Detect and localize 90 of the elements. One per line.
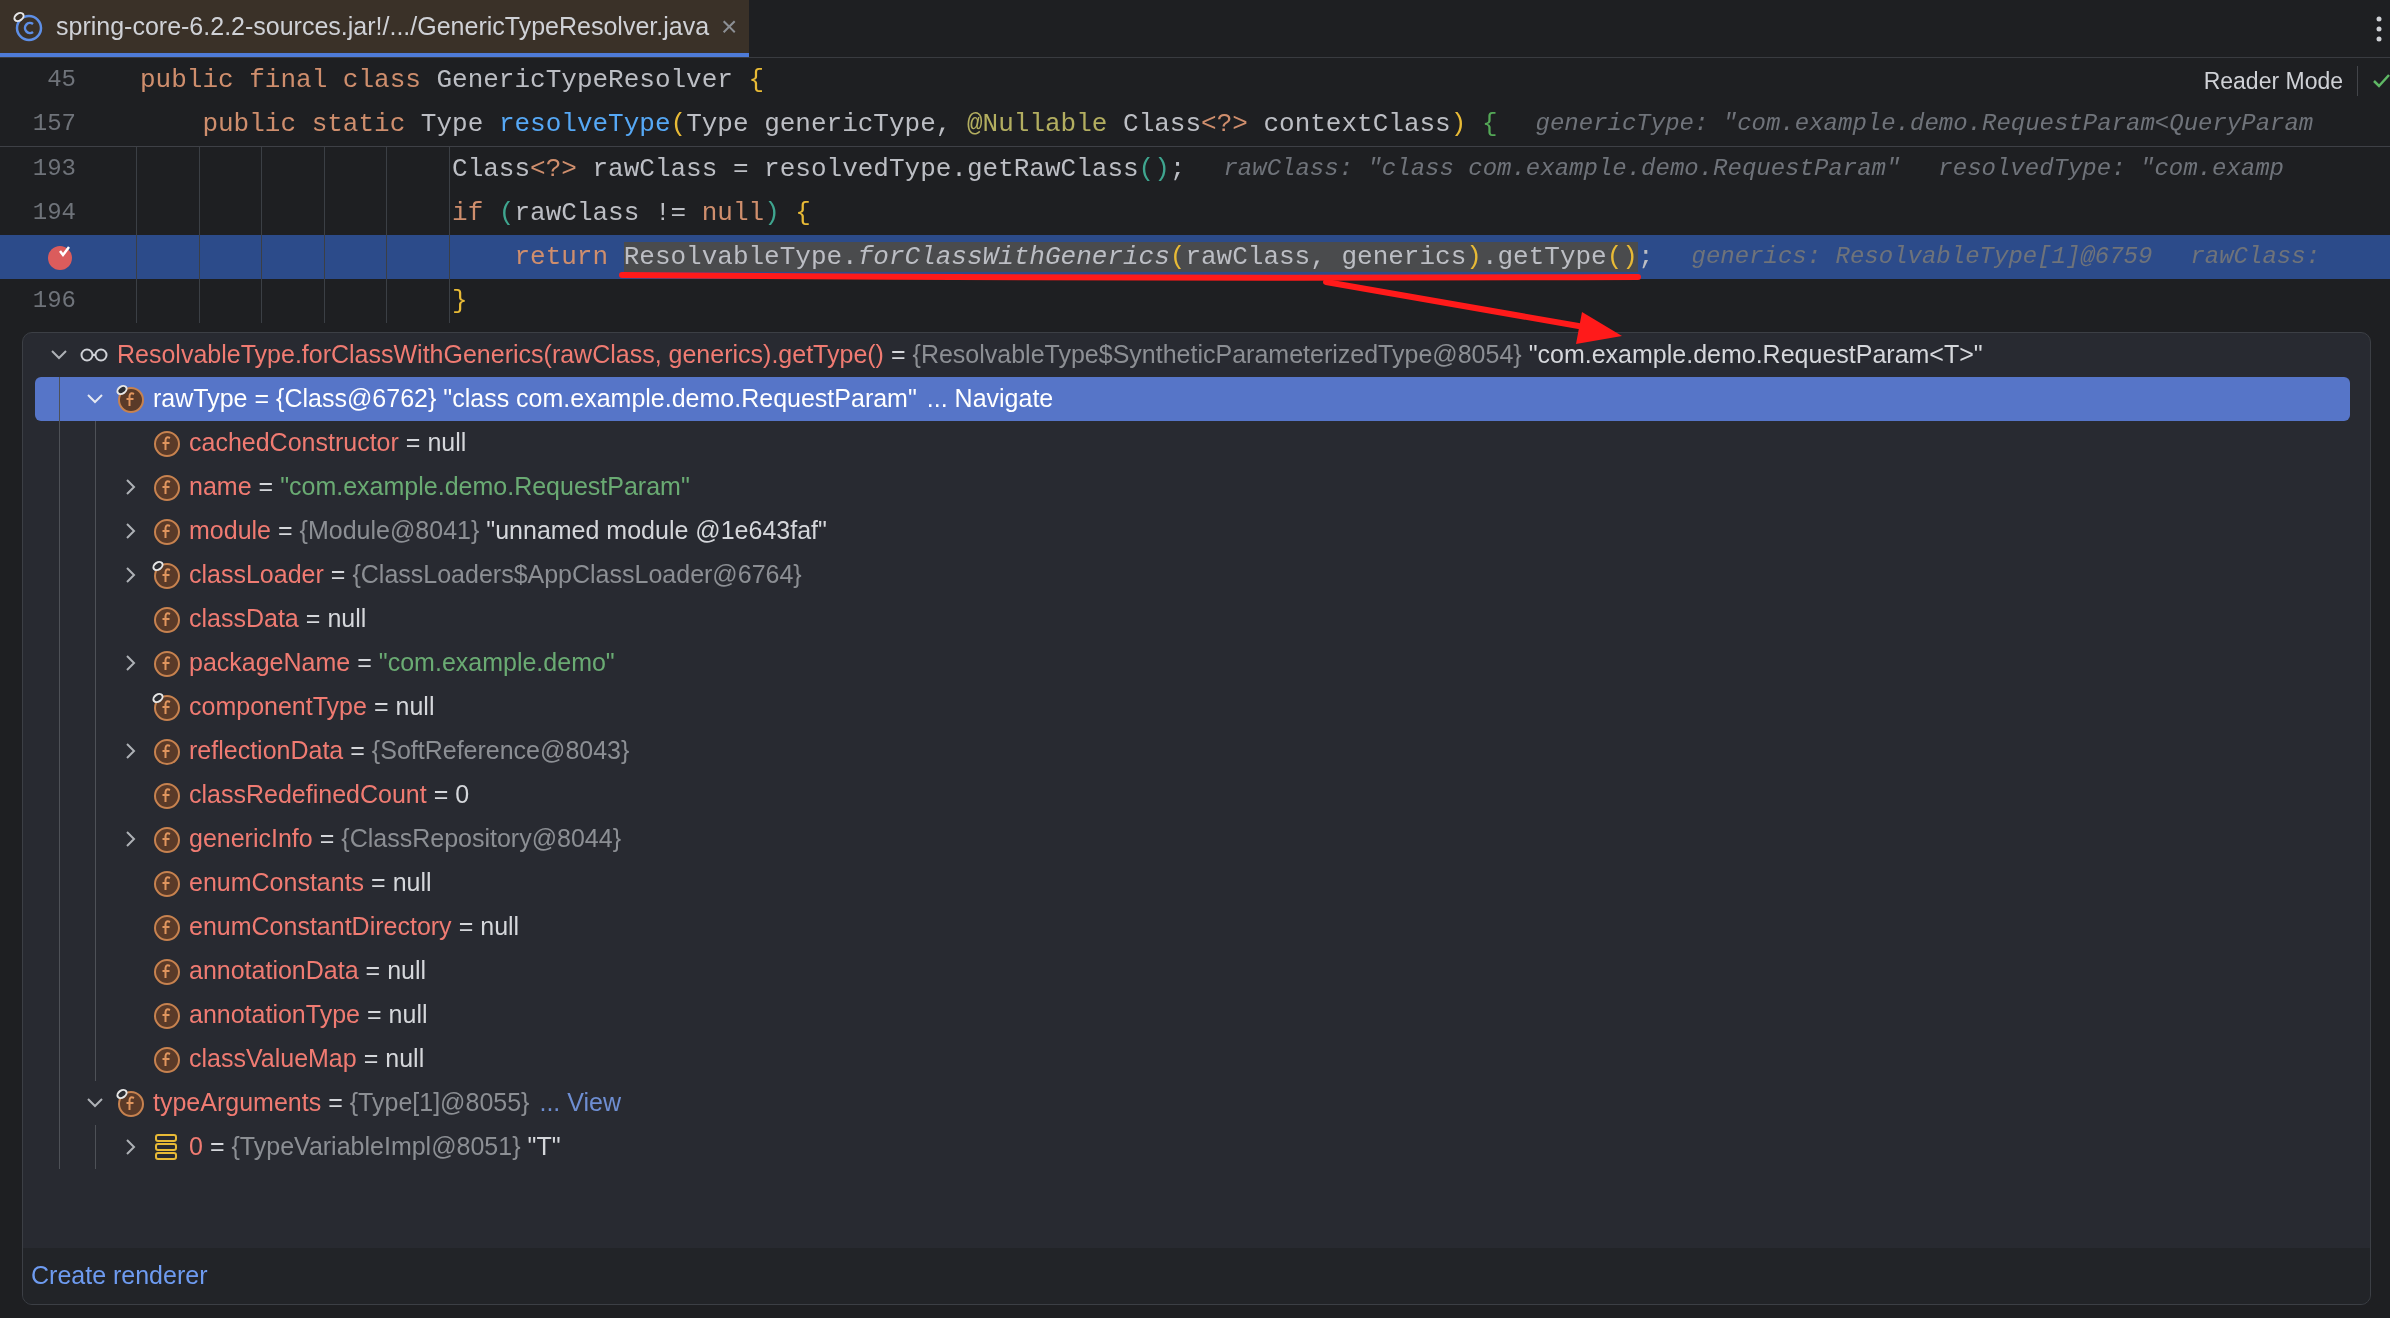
variable-entry: typeArguments = {Type[1]@8055} xyxy=(153,1087,530,1119)
chevron-down-icon[interactable] xyxy=(86,1097,104,1109)
variable-entry: packageName = "com.example.demo" xyxy=(189,647,615,679)
tree-row[interactable]: name = "com.example.demo.RequestParam" xyxy=(35,465,2350,509)
field-icon xyxy=(151,912,181,942)
variable-entry: reflectionData = {SoftReference@8043} xyxy=(189,735,630,767)
inlay-hint: generics: ResolvableType[1]@6759 xyxy=(1691,242,2153,272)
field-icon xyxy=(151,1044,181,1074)
editor-tab[interactable]: spring-core-6.2.2-sources.jar!/.../GenericTypeResolver.java × xyxy=(0,0,750,57)
field-icon xyxy=(151,516,181,546)
chevron-right-icon[interactable] xyxy=(125,566,137,584)
code-line: if (rawClass != null) { xyxy=(451,196,811,230)
variable-entry: name = "com.example.demo.RequestParam" xyxy=(189,471,690,503)
variable-entry: annotationData = null xyxy=(189,955,427,987)
variable-entry: enumConstants = null xyxy=(189,867,432,899)
tree-row[interactable]: module = {Module@8041} "unnamed module @1e643faf" xyxy=(35,509,2350,553)
field-icon xyxy=(151,648,181,678)
chevron-right-icon[interactable] xyxy=(125,742,137,760)
variable-entry: enumConstantDirectory = null xyxy=(189,911,520,943)
field-icon xyxy=(151,780,181,810)
line-number: 194 xyxy=(32,198,76,228)
code-line: } xyxy=(451,284,468,318)
variable-entry: componentType = null xyxy=(189,691,435,723)
marked-field-icon xyxy=(151,692,181,722)
tree-row[interactable]: annotationData = null xyxy=(35,949,2350,993)
inlay-hint: rawClass: "class com.example.demo.RequestParam" xyxy=(1223,154,1901,184)
field-icon xyxy=(151,956,181,986)
code-line: public static Type resolveType(Type genericType, @Nullable Class<?> contextClass) { xyxy=(201,107,1498,141)
link[interactable]: ... Navigate xyxy=(926,380,1054,418)
variable-entry: classValueMap = null xyxy=(189,1043,425,1075)
array-icon xyxy=(153,1133,179,1161)
tree-row[interactable]: ResolvableType.forClassWithGenerics(rawClass, generics).getType() = {ResolvableType$SyntheticParameterizedType@8054} "com.example.demo.RequestParam<T>" xyxy=(35,333,2350,377)
tree-row[interactable]: annotationType = null xyxy=(35,993,2350,1037)
field-icon xyxy=(151,472,181,502)
line-number: 196 xyxy=(32,286,76,316)
chevron-right-icon[interactable] xyxy=(125,522,137,540)
chevron-down-icon[interactable] xyxy=(50,349,68,361)
tree-row[interactable]: packageName = "com.example.demo" xyxy=(35,641,2350,685)
field-icon xyxy=(151,824,181,854)
variable-entry: annotationType = null xyxy=(189,999,428,1031)
create-renderer-link[interactable]: Create renderer xyxy=(31,1257,208,1295)
field-icon xyxy=(151,736,181,766)
inlay-hint: resolvedType: "com.examp xyxy=(1938,154,2284,184)
inlay-hint: rawClass: xyxy=(2190,242,2321,272)
inlay-hint: genericType: "com.example.demo.RequestParam<QueryParam xyxy=(1535,109,2314,139)
variable-entry: cachedConstructor = null xyxy=(189,427,467,459)
tree-row[interactable]: rawType = {Class@6762} "class com.example.demo.RequestParam" ... Navigate xyxy=(35,377,2350,421)
variable-entry: ResolvableType.forClassWithGenerics(rawClass, generics).getType() = {ResolvableType$SyntheticParameterizedType@8054} "com.example.demo.RequestParam<T>" xyxy=(117,339,1983,371)
tree-row[interactable]: enumConstants = null xyxy=(35,861,2350,905)
reader-mode-button[interactable]: Reader Mode xyxy=(2203,64,2343,99)
variable-entry: genericInfo = {ClassRepository@8044} xyxy=(189,823,621,855)
chevron-right-icon[interactable] xyxy=(125,478,137,496)
line-number: 193 xyxy=(32,154,76,184)
code-line: Class<?> rawClass = resolvedType.getRawClass(); xyxy=(451,152,1186,186)
field-icon xyxy=(151,868,181,898)
tree-row[interactable]: reflectionData = {SoftReference@8043} xyxy=(35,729,2350,773)
code-line: public final class GenericTypeResolver { xyxy=(140,63,765,97)
tree-row[interactable]: classValueMap = null xyxy=(35,1037,2350,1081)
tree-row[interactable]: cachedConstructor = null xyxy=(35,421,2350,465)
variable-entry: classData = null xyxy=(189,603,367,635)
variable-entry: classLoader = {ClassLoaders$AppClassLoader@6764} xyxy=(189,559,802,591)
variable-entry: rawType = {Class@6762} "class com.example.demo.RequestParam" xyxy=(153,383,917,415)
variable-entry: 0 = {TypeVariableImpl@8051} "T" xyxy=(189,1131,561,1163)
link[interactable]: ... View xyxy=(539,1084,621,1122)
tree-row[interactable]: componentType = null xyxy=(35,685,2350,729)
breakpoint-icon[interactable] xyxy=(46,243,74,271)
chevron-right-icon[interactable] xyxy=(125,654,137,672)
line-number: 45 xyxy=(47,65,76,95)
tree-row[interactable]: classRedefinedCount = 0 xyxy=(35,773,2350,817)
tree-row[interactable]: classLoader = {ClassLoaders$AppClassLoader@6764} xyxy=(35,553,2350,597)
variable-entry: module = {Module@8041} "unnamed module @1e643faf" xyxy=(189,515,827,547)
class-file-icon xyxy=(12,10,44,43)
tree-row[interactable]: genericInfo = {ClassRepository@8044} xyxy=(35,817,2350,861)
tree-row[interactable]: 0 = {TypeVariableImpl@8051} "T" xyxy=(35,1125,2350,1169)
chevron-right-icon[interactable] xyxy=(125,1138,137,1156)
close-button[interactable]: × xyxy=(721,12,738,41)
tree-row[interactable]: typeArguments = {Type[1]@8055} ... View xyxy=(35,1081,2350,1125)
tab-title: spring-core-6.2.2-sources.jar!/.../GenericTypeResolver.java xyxy=(56,10,710,42)
chevron-right-icon[interactable] xyxy=(125,830,137,848)
marked-field-icon xyxy=(115,1088,145,1118)
field-icon xyxy=(151,1000,181,1030)
field-icon xyxy=(151,604,181,634)
tree-row[interactable]: enumConstantDirectory = null xyxy=(35,905,2350,949)
marked-field-icon xyxy=(151,560,181,590)
marked-field-icon xyxy=(115,384,145,414)
variable-entry: classRedefinedCount = 0 xyxy=(189,779,470,811)
field-icon xyxy=(151,428,181,458)
watch-icon xyxy=(79,347,109,363)
tree-row[interactable]: classData = null xyxy=(35,597,2350,641)
line-number: 157 xyxy=(32,109,76,139)
